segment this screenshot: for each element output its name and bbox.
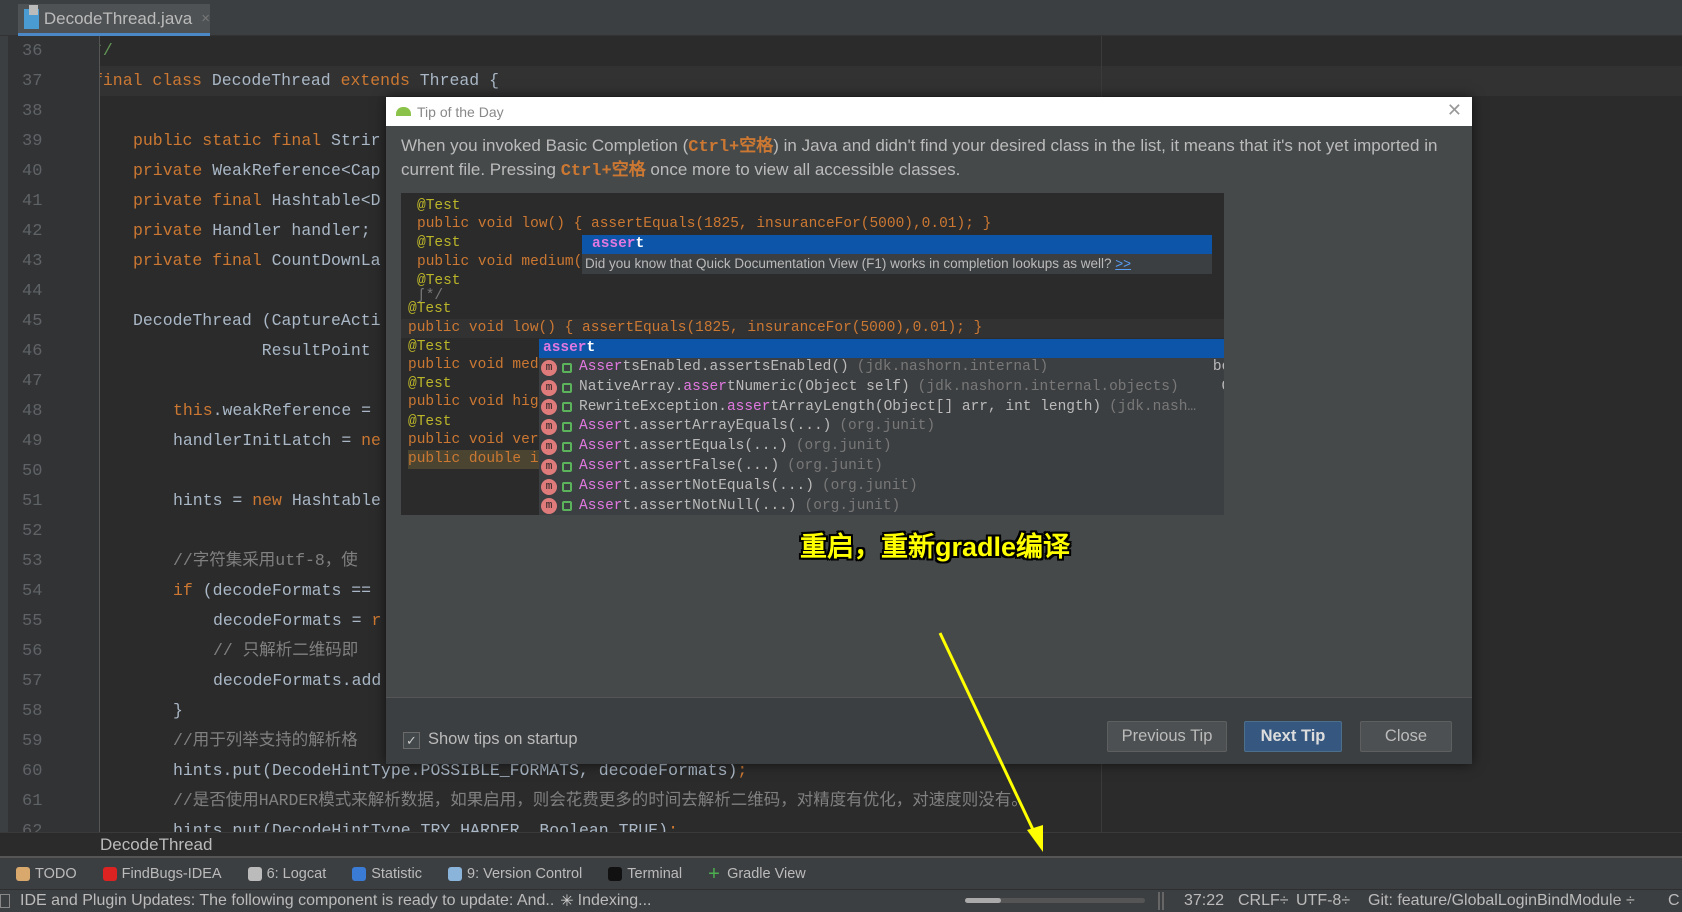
annotation-arrow xyxy=(938,632,1043,852)
